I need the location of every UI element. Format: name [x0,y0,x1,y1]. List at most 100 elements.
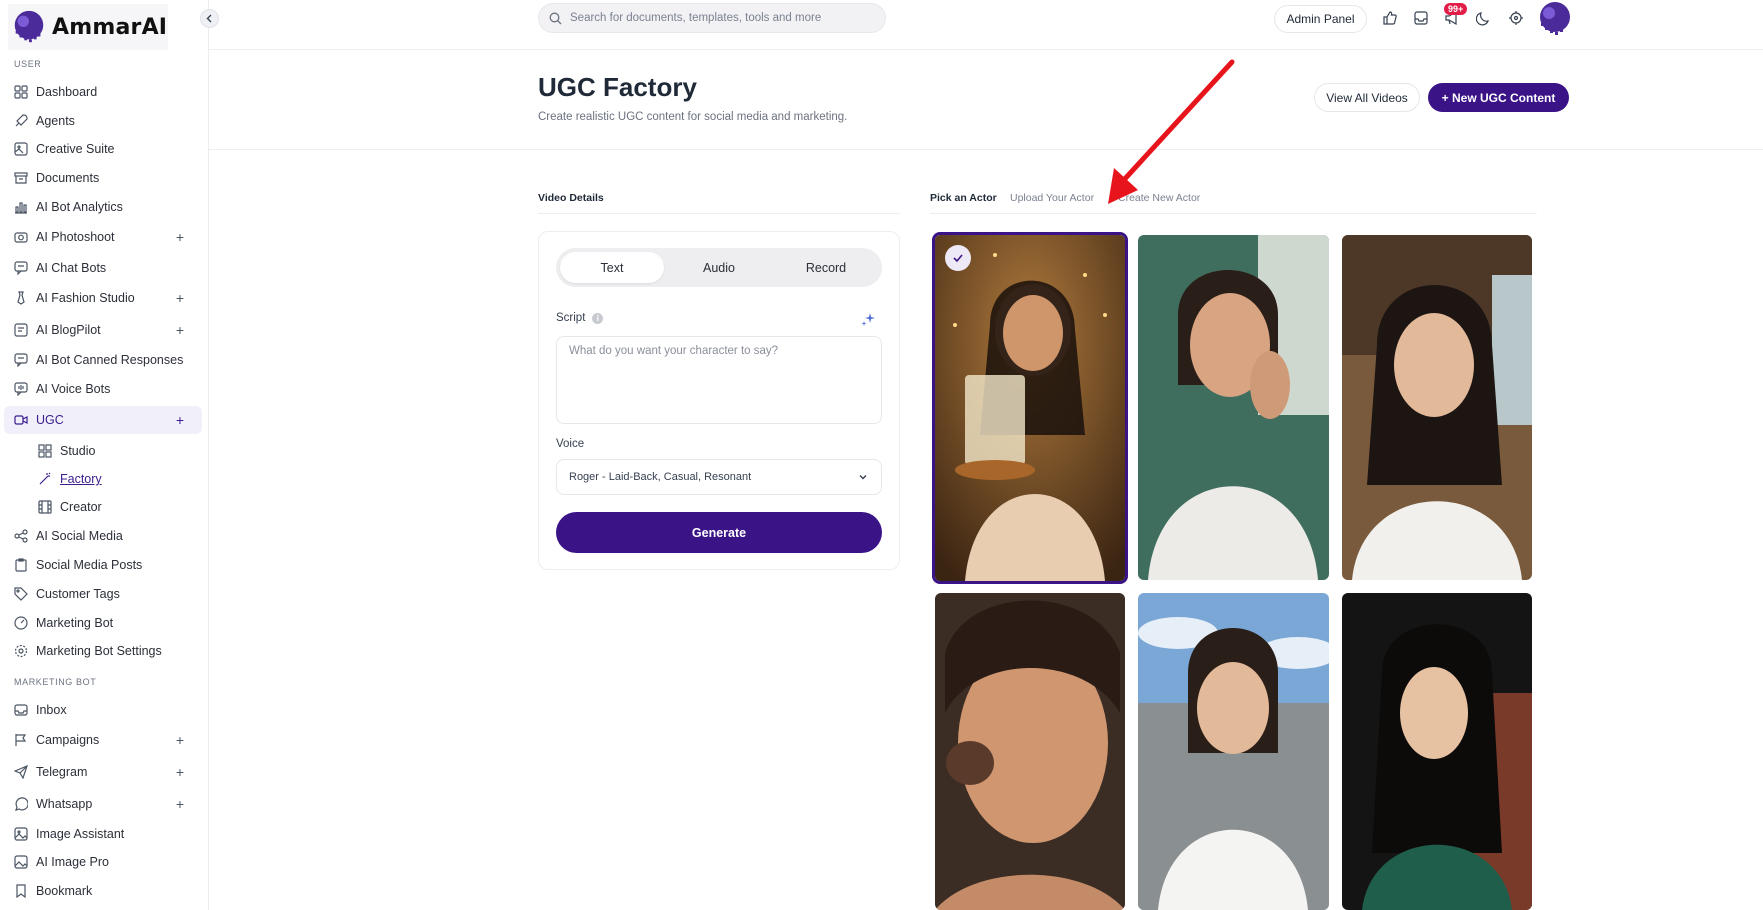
annotation-arrow [1108,59,1235,204]
new-ugc-content-button[interactable]: + New UGC Content [1428,83,1569,112]
thumbs-up-icon[interactable] [1382,10,1398,26]
expand-plus-icon[interactable]: + [176,412,184,428]
notification-badge: 99+ [1444,3,1468,15]
camera-icon [14,232,28,243]
sidebar-item-telegram[interactable]: Telegram + [4,758,202,786]
actor-card[interactable] [1138,235,1329,580]
inbox-icon[interactable] [1413,10,1429,26]
sidebar-item-ai-social-media[interactable]: AI Social Media [4,522,202,550]
sidebar-item-dashboard[interactable]: Dashboard [4,78,202,106]
expand-plus-icon[interactable]: + [176,732,184,748]
video-details-label: Video Details [538,192,604,204]
sidebar-subitem-factory[interactable]: Factory [38,468,102,490]
section-label-marketing: MARKETING BOT [14,677,97,687]
sidebar-item-image-assistant[interactable]: Image Assistant [4,820,202,848]
rocket-icon [15,114,28,127]
sidebar-item-ai-bot-analytics[interactable]: AI Bot Analytics [4,193,202,221]
sidebar-item-ai-blogpilot[interactable]: AI BlogPilot + [4,316,202,344]
tie-icon [17,291,25,305]
actor-photo [935,235,1125,581]
whatsapp-icon [15,797,28,811]
crosshair-icon[interactable] [1508,10,1524,26]
page-title: UGC Factory [538,72,697,102]
global-search[interactable] [538,3,886,33]
sidebar-item-customer-tags[interactable]: Customer Tags [4,580,202,608]
actor-photo [935,593,1125,910]
mode-record-tab[interactable]: Record [774,252,878,283]
sidebar-item-social-media-posts[interactable]: Social Media Posts [4,551,202,579]
expand-plus-icon[interactable]: + [176,764,184,780]
message-square-icon [14,353,28,367]
script-input[interactable] [556,336,882,424]
sidebar-item-ai-fashion-studio[interactable]: AI Fashion Studio + [4,284,202,312]
sidebar-item-ai-chat-bots[interactable]: AI Chat Bots [4,254,202,282]
actor-tabs-divider [930,213,1537,214]
actor-card[interactable] [932,232,1128,584]
sidebar-item-campaigns[interactable]: Campaigns + [4,726,202,754]
brand-logo[interactable]: AmmarAI [8,4,168,50]
sidebar-item-marketing-bot[interactable]: Marketing Bot [4,609,202,637]
admin-panel-button[interactable]: Admin Panel [1274,5,1367,33]
sidebar-item-ugc[interactable]: UGC + [4,406,202,434]
magic-wand-icon [39,472,51,485]
sidebar-item-bookmark[interactable]: Bookmark [4,877,202,905]
sidebar-item-label: Marketing Bot [36,616,114,630]
sidebar-item-inbox[interactable]: Inbox [4,696,202,724]
mode-text-tab[interactable]: Text [560,252,664,283]
user-avatar[interactable] [1533,0,1573,38]
sidebar-item-label: AI Voice Bots [36,382,111,396]
inbox-icon [14,704,28,716]
tag-icon [14,587,28,601]
expand-plus-icon[interactable]: + [176,796,184,812]
generate-button[interactable]: Generate [556,512,882,553]
tab-pick-actor[interactable]: Pick an Actor [930,192,997,204]
mode-audio-tab[interactable]: Audio [667,252,771,283]
tab-upload-actor[interactable]: Upload Your Actor [1010,192,1094,204]
sidebar-item-ai-voice-bots[interactable]: AI Voice Bots [4,375,202,403]
expand-plus-icon[interactable]: + [176,290,184,306]
actor-card[interactable] [1342,235,1532,580]
moon-icon[interactable] [1476,10,1492,26]
expand-plus-icon[interactable]: + [176,322,184,338]
collapse-sidebar-button[interactable] [200,9,219,28]
sidebar-item-ai-photoshoot[interactable]: AI Photoshoot + [4,223,202,251]
sidebar-item-label: AI Bot Analytics [36,200,123,214]
actor-card[interactable] [1138,593,1329,910]
send-icon [14,765,28,779]
sparkle-icon[interactable] [861,312,876,327]
sidebar-subitem-creator[interactable]: Creator [38,496,102,518]
actor-card[interactable] [935,593,1125,910]
sidebar-item-agents[interactable]: Agents [4,107,202,135]
section-label-user: USER [14,59,42,69]
actor-photo [1342,593,1532,910]
sidebar-item-documents[interactable]: Documents [4,164,202,192]
sidebar-item-label: AI BlogPilot [36,323,101,337]
info-icon[interactable]: i [592,312,604,324]
logo-icon [14,10,44,43]
image-pro-icon [14,855,28,869]
layout-icon [38,444,52,458]
expand-plus-icon[interactable]: + [176,229,184,245]
sidebar-item-creative-suite[interactable]: Creative Suite [4,135,202,163]
voice-select[interactable]: Roger - Laid-Back, Casual, Resonant [556,459,882,495]
bookmark-icon [16,884,26,898]
brand-name: AmmarAI [52,14,168,40]
actor-card[interactable] [1342,593,1532,910]
sidebar-item-whatsapp[interactable]: Whatsapp + [4,790,202,818]
sidebar-item-ai-bot-canned-responses[interactable]: AI Bot Canned Responses [4,346,202,374]
sidebar-item-label: AI Photoshoot [36,230,115,244]
sidebar-item-marketing-bot-settings[interactable]: Marketing Bot Settings [4,637,202,665]
sidebar-item-label: Social Media Posts [36,558,143,572]
grid-icon [14,85,28,99]
chevron-left-icon [206,14,212,23]
top-divider [209,49,1763,50]
sidebar-item-ai-image-pro[interactable]: AI Image Pro [4,848,202,876]
sidebar-item-label: Image Assistant [36,827,125,841]
campaign-icon [15,734,27,746]
video-camera-icon [14,415,28,425]
palette-icon [14,142,28,156]
sidebar-subitem-studio[interactable]: Studio [38,440,95,462]
view-all-videos-button[interactable]: View All Videos [1314,83,1420,112]
blog-icon [14,323,28,337]
search-input[interactable] [570,12,870,24]
